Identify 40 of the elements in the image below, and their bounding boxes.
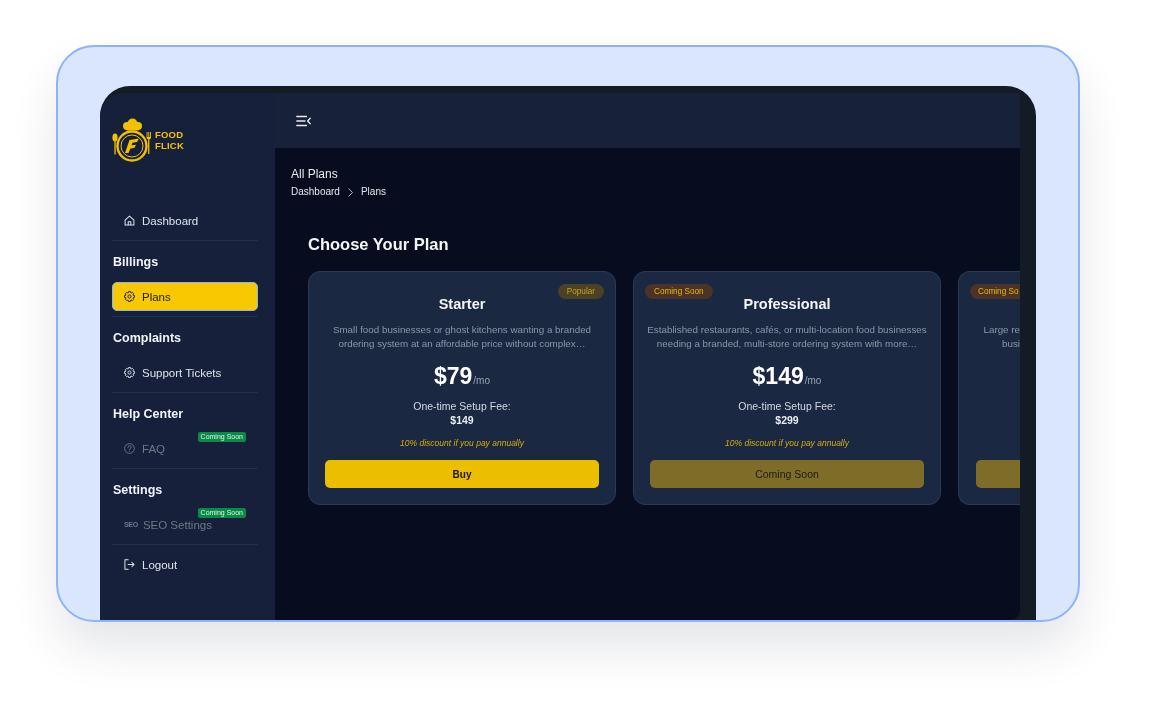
price-period: /mo bbox=[473, 374, 490, 388]
plan-badge: Popular bbox=[557, 284, 604, 299]
section-heading: Choose Your Plan bbox=[308, 234, 450, 255]
gear-icon bbox=[124, 367, 135, 378]
nav-item[interactable]: Support Tickets bbox=[112, 366, 222, 379]
nav-item[interactable]: Dashboard bbox=[112, 214, 199, 227]
nav-item[interactable]: Plans bbox=[112, 282, 258, 311]
logout-icon bbox=[124, 559, 135, 570]
plan-description: Small food businesses or ghost kitchens wanting a branded ordering system at an affordable price without complex… bbox=[332, 323, 592, 351]
discount-note: 10% discount if you pay annually bbox=[400, 437, 524, 449]
plan-name: Professional bbox=[743, 295, 831, 313]
section-title: Billings bbox=[112, 254, 160, 270]
logo-text: FOOD FLICK bbox=[155, 129, 184, 151]
setup-fee-label: One-time Setup Fee: bbox=[413, 399, 511, 413]
page-title: All Plans bbox=[291, 166, 339, 182]
breadcrumb-link[interactable]: Dashboard bbox=[291, 185, 340, 199]
setup-fee-amount: $149 bbox=[450, 413, 474, 427]
plan-badge: Coming Soon bbox=[645, 284, 713, 299]
section-title: Settings bbox=[112, 482, 164, 498]
plan-name: Starter bbox=[438, 295, 486, 313]
breadcrumb-current: Plans bbox=[360, 185, 386, 199]
help-icon bbox=[124, 443, 135, 454]
setup-fee-label: One-time Setup Fee: bbox=[738, 399, 836, 413]
plan-description: Established restaurants, cafés, or multi-location food businesses needing a branded, multi-store ordering system with more… bbox=[647, 323, 927, 351]
home-icon bbox=[124, 215, 135, 226]
setup-fee-amount: $299 bbox=[775, 413, 799, 427]
logo-icon bbox=[112, 117, 152, 163]
price-period: /mo bbox=[804, 374, 822, 388]
plan-price: $149 bbox=[752, 362, 804, 390]
section-title: Complaints bbox=[112, 330, 183, 346]
plan-badge: Coming So bbox=[970, 284, 1020, 299]
chevron-right-icon bbox=[347, 187, 353, 197]
gear-icon bbox=[124, 291, 135, 302]
discount-note: 10% discount if you pay annually bbox=[725, 437, 849, 449]
plan-button[interactable]: Buy bbox=[325, 460, 599, 488]
plan-price: $79 bbox=[433, 362, 473, 390]
menu-collapse-icon[interactable] bbox=[296, 114, 311, 127]
plan-description: Large re busi bbox=[982, 323, 1020, 351]
section-title: Help Center bbox=[112, 406, 185, 422]
nav-item[interactable]: Logout bbox=[112, 558, 178, 571]
